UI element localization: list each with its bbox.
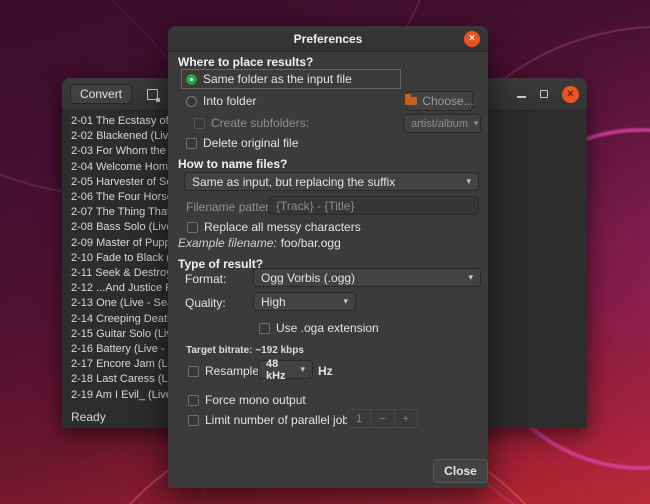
dialog-body: Where to place results? Same folder as t… bbox=[168, 52, 488, 488]
format-value: Ogg Vorbis (.ogg) bbox=[261, 271, 355, 285]
checkbox-icon bbox=[188, 395, 199, 406]
close-icon[interactable]: × bbox=[562, 86, 579, 103]
window-controls: × bbox=[517, 86, 579, 103]
hz-label: Hz bbox=[318, 364, 333, 378]
sample-rate-dropdown[interactable]: 48 kHz ▾ bbox=[258, 360, 313, 379]
create-subfolders-label: Create subfolders: bbox=[211, 116, 309, 130]
quality-value: High bbox=[261, 295, 286, 309]
checkbox-icon bbox=[259, 323, 270, 334]
naming-mode-value: Same as input, but replacing the suffix bbox=[192, 175, 395, 189]
resample-label: Resample bbox=[205, 364, 259, 378]
radio-into-folder-label: Into folder bbox=[203, 94, 256, 108]
format-dropdown[interactable]: Ogg Vorbis (.ogg) ▾ bbox=[253, 268, 481, 287]
subfolder-pattern-dropdown[interactable]: artist/album ▾ bbox=[403, 114, 481, 133]
example-filename: Example filename: foo/bar.ogg bbox=[178, 236, 341, 250]
delete-original-checkbox[interactable]: Delete original file bbox=[186, 136, 298, 150]
chevron-down-icon: ▾ bbox=[343, 296, 348, 307]
spin-minus-button[interactable]: − bbox=[370, 410, 393, 427]
minimize-icon[interactable] bbox=[517, 96, 526, 98]
format-label: Format: bbox=[185, 272, 226, 286]
filename-pattern-label: Filename pattern: bbox=[186, 200, 279, 214]
placement-heading: Where to place results? bbox=[178, 55, 313, 69]
convert-button[interactable]: Convert bbox=[70, 84, 132, 104]
sample-rate-value: 48 kHz bbox=[266, 358, 294, 382]
limit-jobs-checkbox[interactable]: Limit number of parallel jobs bbox=[188, 413, 355, 427]
folder-icon bbox=[405, 97, 417, 105]
radio-same-folder[interactable]: Same folder as the input file bbox=[181, 69, 401, 89]
create-subfolders-checkbox[interactable]: Create subfolders: bbox=[194, 116, 309, 130]
close-button[interactable]: Close bbox=[433, 459, 488, 483]
jobs-value: 1 bbox=[348, 410, 370, 427]
dialog-titlebar[interactable]: Preferences × bbox=[168, 26, 488, 52]
add-file-button[interactable] bbox=[141, 84, 163, 104]
dialog-close-icon[interactable]: × bbox=[464, 31, 480, 47]
jobs-spinner: 1 − + bbox=[347, 409, 418, 428]
subfolder-pattern-value: artist/album bbox=[411, 118, 468, 130]
chevron-down-icon: ▾ bbox=[468, 272, 473, 283]
result-heading: Type of result? bbox=[178, 257, 263, 271]
maximize-icon[interactable] bbox=[540, 90, 548, 98]
resample-checkbox[interactable]: Resample bbox=[188, 364, 259, 378]
checkbox-icon bbox=[187, 222, 198, 233]
bitrate-note: Target bitrate: ~192 kbps bbox=[186, 345, 304, 356]
example-value: foo/bar.ogg bbox=[281, 236, 341, 250]
force-mono-checkbox[interactable]: Force mono output bbox=[188, 393, 306, 407]
oga-extension-checkbox[interactable]: Use .oga extension bbox=[259, 321, 379, 335]
naming-heading: How to name files? bbox=[178, 157, 287, 171]
dialog-title: Preferences bbox=[294, 32, 363, 46]
checkbox-icon bbox=[194, 118, 205, 129]
delete-original-label: Delete original file bbox=[203, 136, 298, 150]
quality-dropdown[interactable]: High ▾ bbox=[253, 292, 356, 311]
force-mono-label: Force mono output bbox=[205, 393, 306, 407]
checkbox-icon bbox=[186, 138, 197, 149]
radio-into-folder[interactable]: Into folder bbox=[186, 94, 256, 108]
replace-messy-checkbox[interactable]: Replace all messy characters bbox=[187, 220, 361, 234]
choose-folder-button[interactable]: Choose... bbox=[406, 91, 473, 111]
filename-pattern-input[interactable] bbox=[268, 196, 479, 215]
replace-messy-label: Replace all messy characters bbox=[204, 220, 361, 234]
checkbox-icon bbox=[188, 366, 199, 377]
checkbox-icon bbox=[188, 415, 199, 426]
spin-plus-button[interactable]: + bbox=[394, 410, 417, 427]
radio-same-folder-label: Same folder as the input file bbox=[203, 72, 352, 86]
example-label: Example filename: bbox=[178, 236, 277, 250]
limit-jobs-label: Limit number of parallel jobs bbox=[205, 413, 355, 427]
chevron-down-icon: ▾ bbox=[474, 118, 479, 129]
chevron-down-icon: ▾ bbox=[466, 176, 471, 187]
radio-selected-icon bbox=[186, 74, 197, 85]
preferences-dialog: Preferences × Where to place results? Sa… bbox=[168, 26, 488, 488]
naming-mode-dropdown[interactable]: Same as input, but replacing the suffix … bbox=[184, 172, 479, 191]
add-file-icon bbox=[147, 89, 158, 100]
choose-button-label: Choose... bbox=[422, 94, 473, 108]
oga-extension-label: Use .oga extension bbox=[276, 321, 379, 335]
quality-label: Quality: bbox=[185, 296, 226, 310]
chevron-down-icon: ▾ bbox=[300, 364, 305, 375]
radio-unselected-icon bbox=[186, 96, 197, 107]
